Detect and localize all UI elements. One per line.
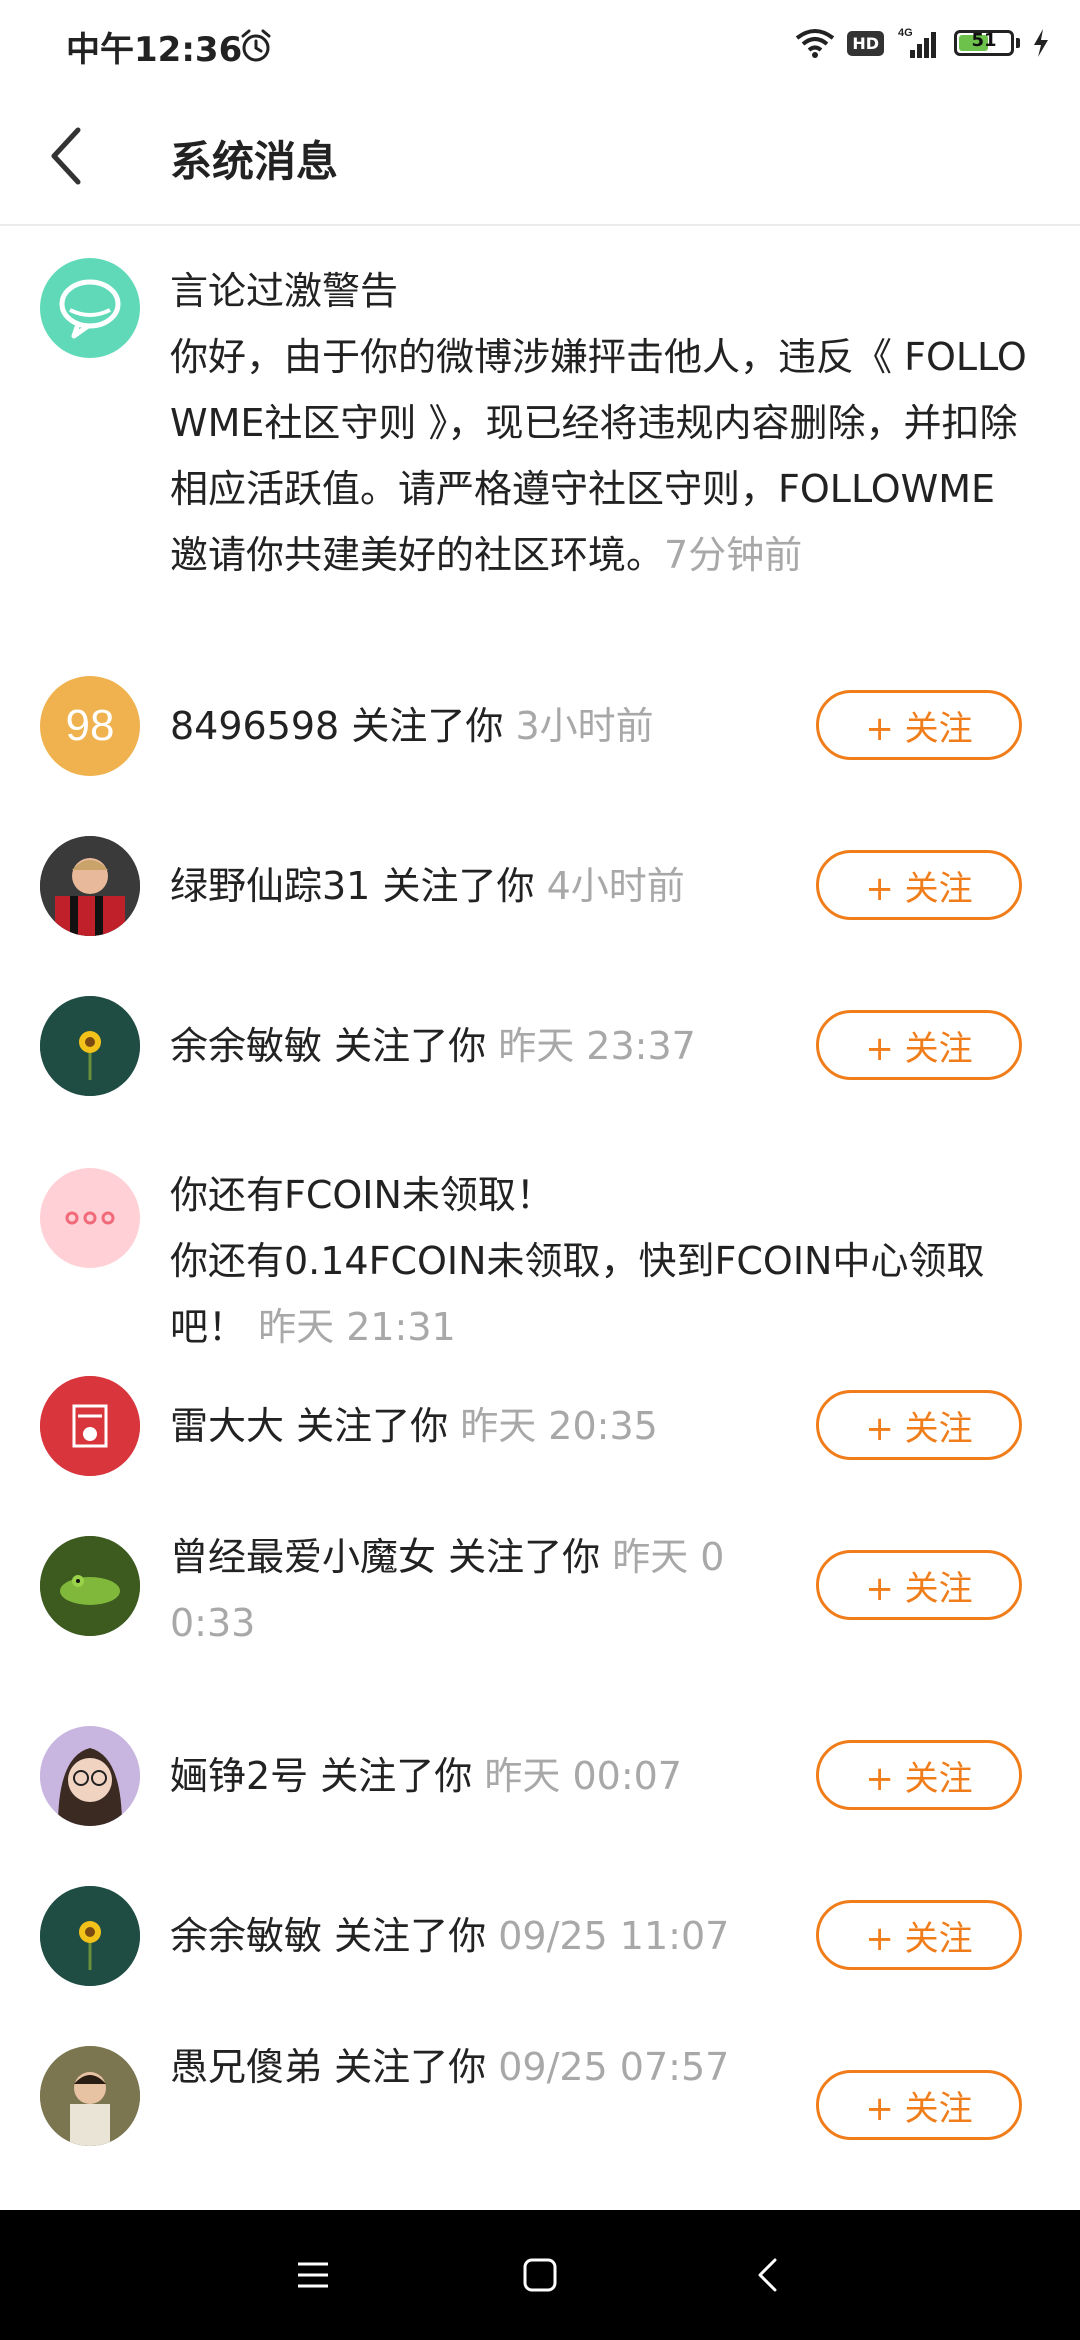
svg-text:4G: 4G — [898, 27, 913, 39]
message-time: 09/25 07:57 — [498, 2045, 730, 2089]
message-time: 4小时前 — [546, 864, 685, 908]
avatar[interactable] — [40, 1726, 140, 1826]
follow-button[interactable]: + 关注 — [816, 850, 1022, 920]
header: 系统消息 — [0, 90, 1080, 226]
chat-bubble-icon — [59, 279, 121, 339]
user-name[interactable]: 余余敏敏 — [170, 1914, 322, 1958]
user-name[interactable]: 曾经最爱小魔女 — [170, 1535, 436, 1579]
follow-button[interactable]: + 关注 — [816, 1010, 1022, 1080]
list-item[interactable]: 曾经最爱小魔女 关注了你 昨天 00:33 + 关注 — [0, 1535, 1080, 1726]
user-name[interactable]: 8496598 — [170, 704, 339, 748]
home-square-icon — [523, 2258, 557, 2292]
soccer-player-photo — [40, 836, 140, 936]
list-item[interactable]: 绿野仙踪31 关注了你 4小时前 + 关注 — [0, 836, 1080, 996]
list-item[interactable]: 雷大大 关注了你 昨天 20:35 + 关注 — [0, 1376, 1080, 1536]
sunflower-photo — [40, 1886, 140, 1986]
avatar-text: 98 — [65, 701, 115, 750]
list-item[interactable]: 愚兄傻弟 关注了你 09/25 07:57 + 关注 — [0, 2045, 1080, 2206]
girl-glasses-photo — [40, 1726, 140, 1826]
battery-icon: 51 — [954, 30, 1014, 56]
wifi-icon — [796, 29, 835, 58]
avatar[interactable] — [40, 2046, 140, 2146]
status-bar: 中午12:36 HD 4G 51 — [0, 0, 1080, 90]
follow-button[interactable]: + 关注 — [816, 1390, 1022, 1460]
user-name[interactable]: 绿野仙踪31 — [170, 864, 370, 908]
follow-text: 愚兄傻弟 关注了你 09/25 07:57 — [170, 2045, 730, 2089]
message-list[interactable]: 言论过激警告 你好，由于你的微博涉嫌抨击他人，违反《 FOLLOWME社区守则 … — [0, 226, 1080, 2206]
message-time: 昨天 23:37 — [498, 1024, 696, 1068]
message-time: 09/25 11:07 — [498, 1914, 730, 1958]
battery-tip — [1016, 38, 1020, 48]
list-item[interactable]: 你还有FCOIN未领取！ 你还有0.14FCOIN未领取，快到FCOIN中心领取… — [0, 1156, 1080, 1376]
page-title: 系统消息 — [170, 137, 339, 186]
alarm-clock-icon — [241, 29, 271, 62]
follow-text: 雷大大 关注了你 昨天 20:35 — [170, 1404, 658, 1448]
list-item[interactable]: 言论过激警告 你好，由于你的微博涉嫌抨击他人，违反《 FOLLOWME社区守则 … — [0, 226, 1080, 676]
follow-text: 余余敏敏 关注了你 09/25 11:07 — [170, 1914, 730, 1958]
follow-text: 婳铮2号 关注了你 昨天 00:07 — [170, 1754, 682, 1798]
back-button[interactable] — [30, 120, 102, 192]
message-time: 7分钟前 — [664, 533, 803, 577]
follow-button[interactable]: + 关注 — [816, 2070, 1022, 2140]
menu-button[interactable] — [283, 2245, 343, 2305]
follow-button[interactable]: + 关注 — [816, 1550, 1022, 1620]
notice-title: 你还有FCOIN未领取！ — [170, 1173, 554, 1217]
charging-bolt-icon — [1034, 29, 1048, 57]
message-time: 昨天 20:35 — [460, 1404, 658, 1448]
status-time: 中午12:36 — [66, 30, 243, 70]
avatar[interactable] — [40, 996, 140, 1096]
more-dots-icon — [65, 1211, 115, 1225]
user-name[interactable]: 婳铮2号 — [170, 1754, 308, 1798]
back-nav-button[interactable] — [737, 2245, 797, 2305]
user-name[interactable]: 愚兄傻弟 — [170, 2045, 322, 2089]
child-photo — [40, 2046, 140, 2146]
user-name[interactable]: 余余敏敏 — [170, 1024, 322, 1068]
signal-icon: 4G — [898, 27, 936, 58]
user-name[interactable]: 雷大大 — [170, 1404, 284, 1448]
back-triangle-icon — [758, 2258, 777, 2292]
follow-text: 曾经最爱小魔女 关注了你 昨天 00:33 — [170, 1535, 725, 1645]
follow-text: 绿野仙踪31 关注了你 4小时前 — [170, 864, 685, 908]
list-item[interactable]: 98 8496598 关注了你 3小时前 + 关注 — [0, 676, 1080, 836]
list-item[interactable]: 余余敏敏 关注了你 昨天 23:37 + 关注 — [0, 996, 1080, 1156]
red-badge-photo — [40, 1376, 140, 1476]
avatar[interactable]: 98 — [40, 676, 140, 776]
message-time: 3小时前 — [515, 704, 654, 748]
avatar[interactable] — [40, 836, 140, 936]
list-item[interactable]: 婳铮2号 关注了你 昨天 00:07 + 关注 — [0, 1726, 1080, 1886]
notice-content: 你还有FCOIN未领取！ 你还有0.14FCOIN未领取，快到FCOIN中心领取… — [170, 1162, 1044, 1360]
chevron-left-icon — [51, 127, 81, 185]
avatar[interactable] — [40, 1536, 140, 1636]
follow-button[interactable]: + 关注 — [816, 690, 1022, 760]
avatar[interactable] — [40, 1886, 140, 1986]
notice-avatar — [40, 1168, 140, 1268]
sunflower-photo — [40, 996, 140, 1096]
list-item[interactable]: 余余敏敏 关注了你 09/25 11:07 + 关注 — [0, 1886, 1080, 2046]
notice-avatar — [40, 258, 140, 358]
home-button[interactable] — [510, 2245, 570, 2305]
follow-text: 余余敏敏 关注了你 昨天 23:37 — [170, 1024, 696, 1068]
follow-button[interactable]: + 关注 — [816, 1900, 1022, 1970]
follow-text: 8496598 关注了你 3小时前 — [170, 704, 654, 748]
notice-content: 言论过激警告 你好，由于你的微博涉嫌抨击他人，违反《 FOLLOWME社区守则 … — [170, 258, 1044, 588]
message-time: 昨天 21:31 — [258, 1305, 456, 1349]
notice-body: 你好，由于你的微博涉嫌抨击他人，违反《 FOLLOWME社区守则 》，现已经将违… — [170, 335, 1027, 577]
notice-body: 你还有0.14FCOIN未领取，快到FCOIN中心领取吧！ 昨天 21:31 — [170, 1239, 985, 1349]
system-navigation-bar — [0, 2210, 1080, 2340]
message-time: 昨天 00:07 — [484, 1754, 682, 1798]
follow-button[interactable]: + 关注 — [816, 1740, 1022, 1810]
avatar[interactable] — [40, 1376, 140, 1476]
notice-title: 言论过激警告 — [170, 269, 399, 313]
green-frog-photo — [40, 1536, 140, 1636]
menu-icon — [298, 2262, 329, 2288]
hd-badge: HD — [847, 30, 884, 56]
